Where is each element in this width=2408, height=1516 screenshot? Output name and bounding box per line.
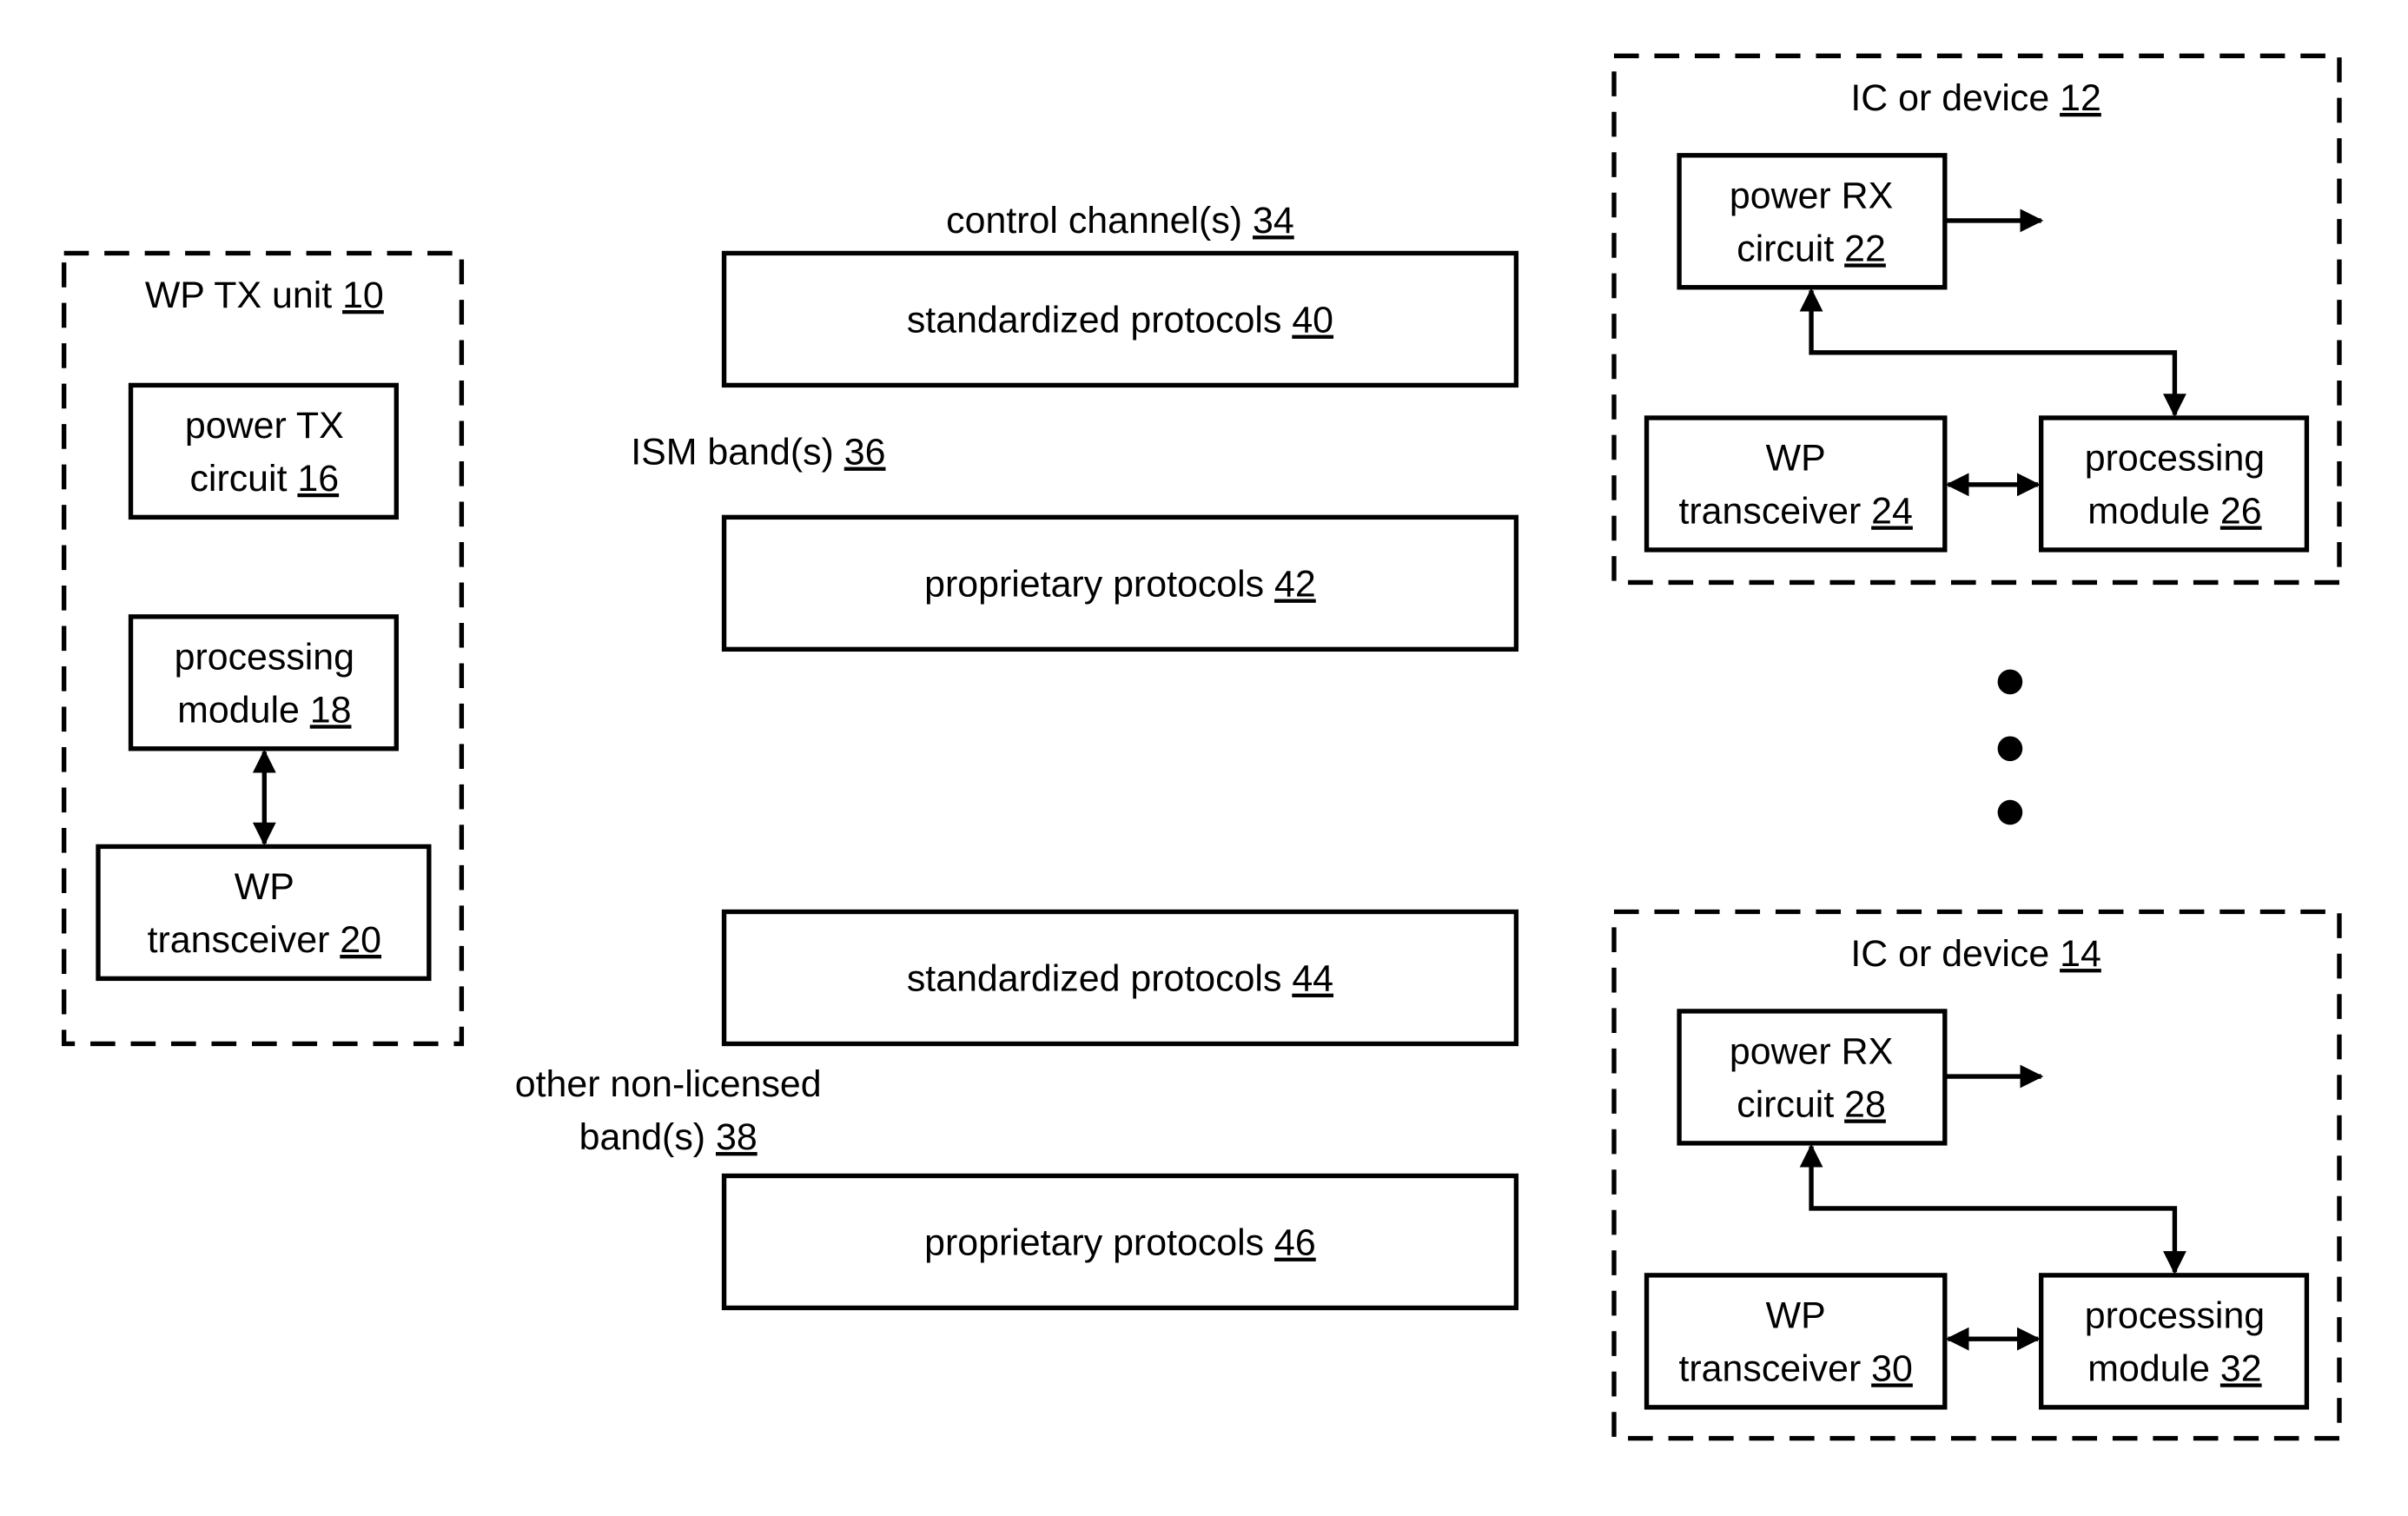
wp-transceiver-24: WP transceiver 24	[1644, 415, 1948, 553]
power-tx-label-line2: circuit 16	[189, 458, 339, 500]
standardized-protocols-40: standardized protocols 40	[721, 250, 1519, 388]
processing-module-32: processing module 32	[2039, 1273, 2310, 1410]
arrow-22-26	[1799, 288, 2186, 418]
svg-text:circuit 22: circuit 22	[1737, 228, 1886, 269]
svg-text:standardized protocols 44: standardized protocols 44	[907, 958, 1333, 1000]
svg-text:proprietary protocols 46: proprietary protocols 46	[924, 1222, 1316, 1264]
power-rx-circuit-28: power RX circuit 28	[1677, 1009, 1948, 1146]
wp-tx-unit-title: WP TX unit 10	[145, 275, 384, 316]
wp-transceiver-30: WP transceiver 30	[1644, 1273, 1948, 1410]
ic-device-14: IC or device 14 power RX circuit 28 WP t…	[1611, 909, 2342, 1441]
ic-device-14-title: IC or device 14	[1850, 933, 2100, 975]
transceiver-20-label-line2: transceiver 20	[148, 919, 381, 961]
processing-module-18: processing module 18	[128, 614, 399, 751]
svg-text:standardized protocols 40: standardized protocols 40	[907, 300, 1333, 341]
control-channel-label: control channel(s) 34	[946, 200, 1294, 242]
svg-text:module 32: module 32	[2087, 1347, 2261, 1389]
other-band-label-line1: other non-licensed	[515, 1063, 822, 1105]
transceiver-20-label-line1: WP	[235, 866, 294, 908]
svg-text:transceiver 30: transceiver 30	[1678, 1347, 1912, 1389]
ic-device-12-title: IC or device 12	[1850, 77, 2100, 119]
svg-text:processing: processing	[2085, 438, 2265, 480]
ic-device-12: IC or device 12 power RX circuit 22 WP t…	[1611, 53, 2342, 586]
svg-text:processing: processing	[2085, 1295, 2265, 1337]
svg-text:module 26: module 26	[2087, 491, 2261, 533]
svg-text:WP: WP	[1766, 438, 1826, 480]
processing-module-26: processing module 26	[2039, 415, 2310, 553]
power-rx-circuit-22: power RX circuit 22	[1677, 153, 1948, 290]
power-tx-circuit: power TX circuit 16	[128, 382, 399, 520]
svg-text:proprietary protocols 42: proprietary protocols 42	[924, 564, 1316, 606]
diagram-canvas: WP TX unit 10 power TX circuit 16 proces…	[61, 53, 2342, 1441]
wp-tx-unit: WP TX unit 10 power TX circuit 16 proces…	[61, 250, 465, 1047]
proprietary-protocols-42: proprietary protocols 42	[721, 514, 1519, 652]
svg-text:circuit 28: circuit 28	[1737, 1084, 1886, 1126]
wp-transceiver-20: WP transceiver 20	[96, 844, 432, 982]
proprietary-protocols-46: proprietary protocols 46	[721, 1173, 1519, 1311]
power-tx-label-line1: power TX	[185, 405, 344, 447]
standardized-protocols-44: standardized protocols 44	[721, 909, 1519, 1047]
processing-18-label-line2: module 18	[177, 689, 351, 731]
vertical-ellipsis-icon	[1997, 669, 2023, 825]
svg-text:power RX: power RX	[1730, 175, 1893, 217]
svg-text:transceiver 24: transceiver 24	[1678, 491, 1912, 533]
svg-text:WP: WP	[1766, 1295, 1826, 1337]
processing-18-label-line1: processing	[175, 637, 354, 679]
svg-text:power RX: power RX	[1730, 1031, 1893, 1073]
channels: control channel(s) 34 standardized proto…	[515, 200, 1519, 1311]
other-band-label-line2: band(s) 38	[579, 1116, 757, 1158]
ism-band-label: ISM band(s) 36	[631, 432, 885, 473]
arrow-28-32	[1799, 1143, 2186, 1274]
